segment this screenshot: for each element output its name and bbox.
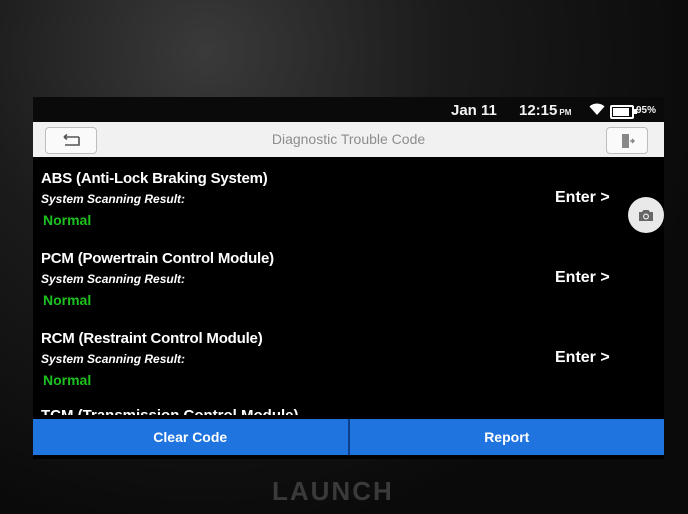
clear-code-button[interactable]: Clear Code bbox=[33, 419, 348, 455]
status-ampm: PM bbox=[559, 108, 572, 117]
enter-button[interactable]: Enter > bbox=[555, 269, 610, 287]
battery-icon bbox=[610, 105, 637, 119]
scan-result-label: System Scanning Result: bbox=[41, 192, 186, 206]
enter-button[interactable]: Enter > bbox=[555, 189, 610, 207]
status-date: Jan 11 bbox=[451, 102, 497, 119]
status-time: 12:15 PM bbox=[519, 102, 571, 119]
camera-icon bbox=[639, 209, 653, 221]
system-row-pcm[interactable]: PCM (Powertrain Control Module) System S… bbox=[33, 237, 664, 317]
system-row-tcm-partial[interactable]: TCM (Transmission Control Module) bbox=[41, 407, 299, 415]
exit-button[interactable] bbox=[606, 127, 648, 154]
system-list: ABS (Anti-Lock Braking System) System Sc… bbox=[33, 157, 664, 415]
battery-percent: 95% bbox=[636, 105, 657, 116]
exit-icon bbox=[622, 133, 635, 148]
screenshot-button[interactable] bbox=[628, 197, 664, 233]
system-name: ABS (Anti-Lock Braking System) bbox=[41, 170, 268, 187]
scan-status: Normal bbox=[43, 292, 92, 308]
system-name: PCM (Powertrain Control Module) bbox=[41, 250, 274, 267]
system-row-abs[interactable]: ABS (Anti-Lock Braking System) System Sc… bbox=[33, 157, 664, 237]
title-bar: Diagnostic Trouble Code bbox=[33, 122, 664, 157]
device-screen: Jan 11 12:15 PM 95% Diagnostic Trouble Co… bbox=[33, 97, 664, 459]
scan-result-label: System Scanning Result: bbox=[41, 352, 186, 366]
wifi-icon bbox=[589, 103, 605, 115]
status-time-value: 12:15 bbox=[519, 102, 558, 119]
scan-status: Normal bbox=[43, 212, 92, 228]
brand-logo: LAUNCH bbox=[272, 476, 394, 506]
enter-button[interactable]: Enter > bbox=[555, 349, 610, 367]
bottom-action-bar: Clear Code Report bbox=[33, 419, 664, 455]
scan-result-label: System Scanning Result: bbox=[41, 272, 186, 286]
scan-status: Normal bbox=[43, 372, 92, 388]
system-name: RCM (Restraint Control Module) bbox=[41, 330, 263, 347]
status-bar: Jan 11 12:15 PM 95% bbox=[33, 97, 664, 122]
report-button[interactable]: Report bbox=[347, 419, 664, 455]
system-row-rcm[interactable]: RCM (Restraint Control Module) System Sc… bbox=[33, 317, 664, 397]
page-title: Diagnostic Trouble Code bbox=[271, 131, 426, 147]
